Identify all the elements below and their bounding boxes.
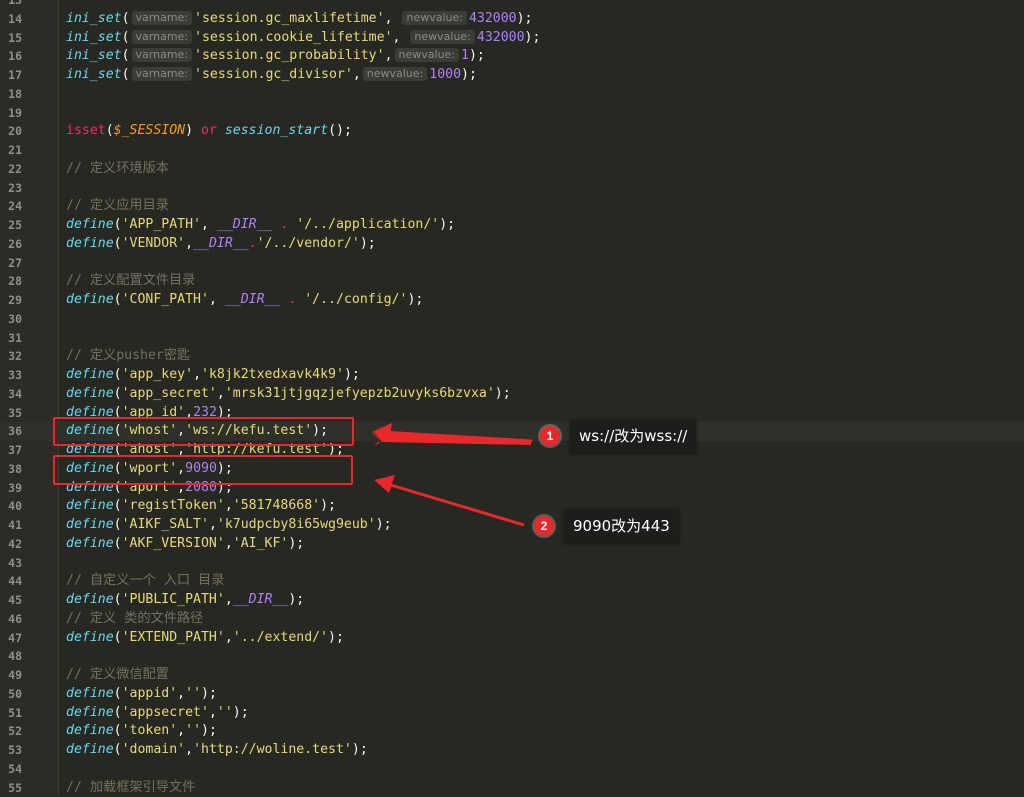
- annotation-note-2: 9090改为443: [564, 509, 679, 543]
- arrow-2-line: [384, 483, 524, 525]
- arrow-2-head: [374, 475, 395, 493]
- annotation-note-1: ws://改为wss://: [570, 419, 696, 453]
- annotation-badge-1: 1: [540, 426, 560, 446]
- annotation-arrows: [0, 0, 1024, 796]
- annotation-badge-2: 2: [534, 516, 554, 536]
